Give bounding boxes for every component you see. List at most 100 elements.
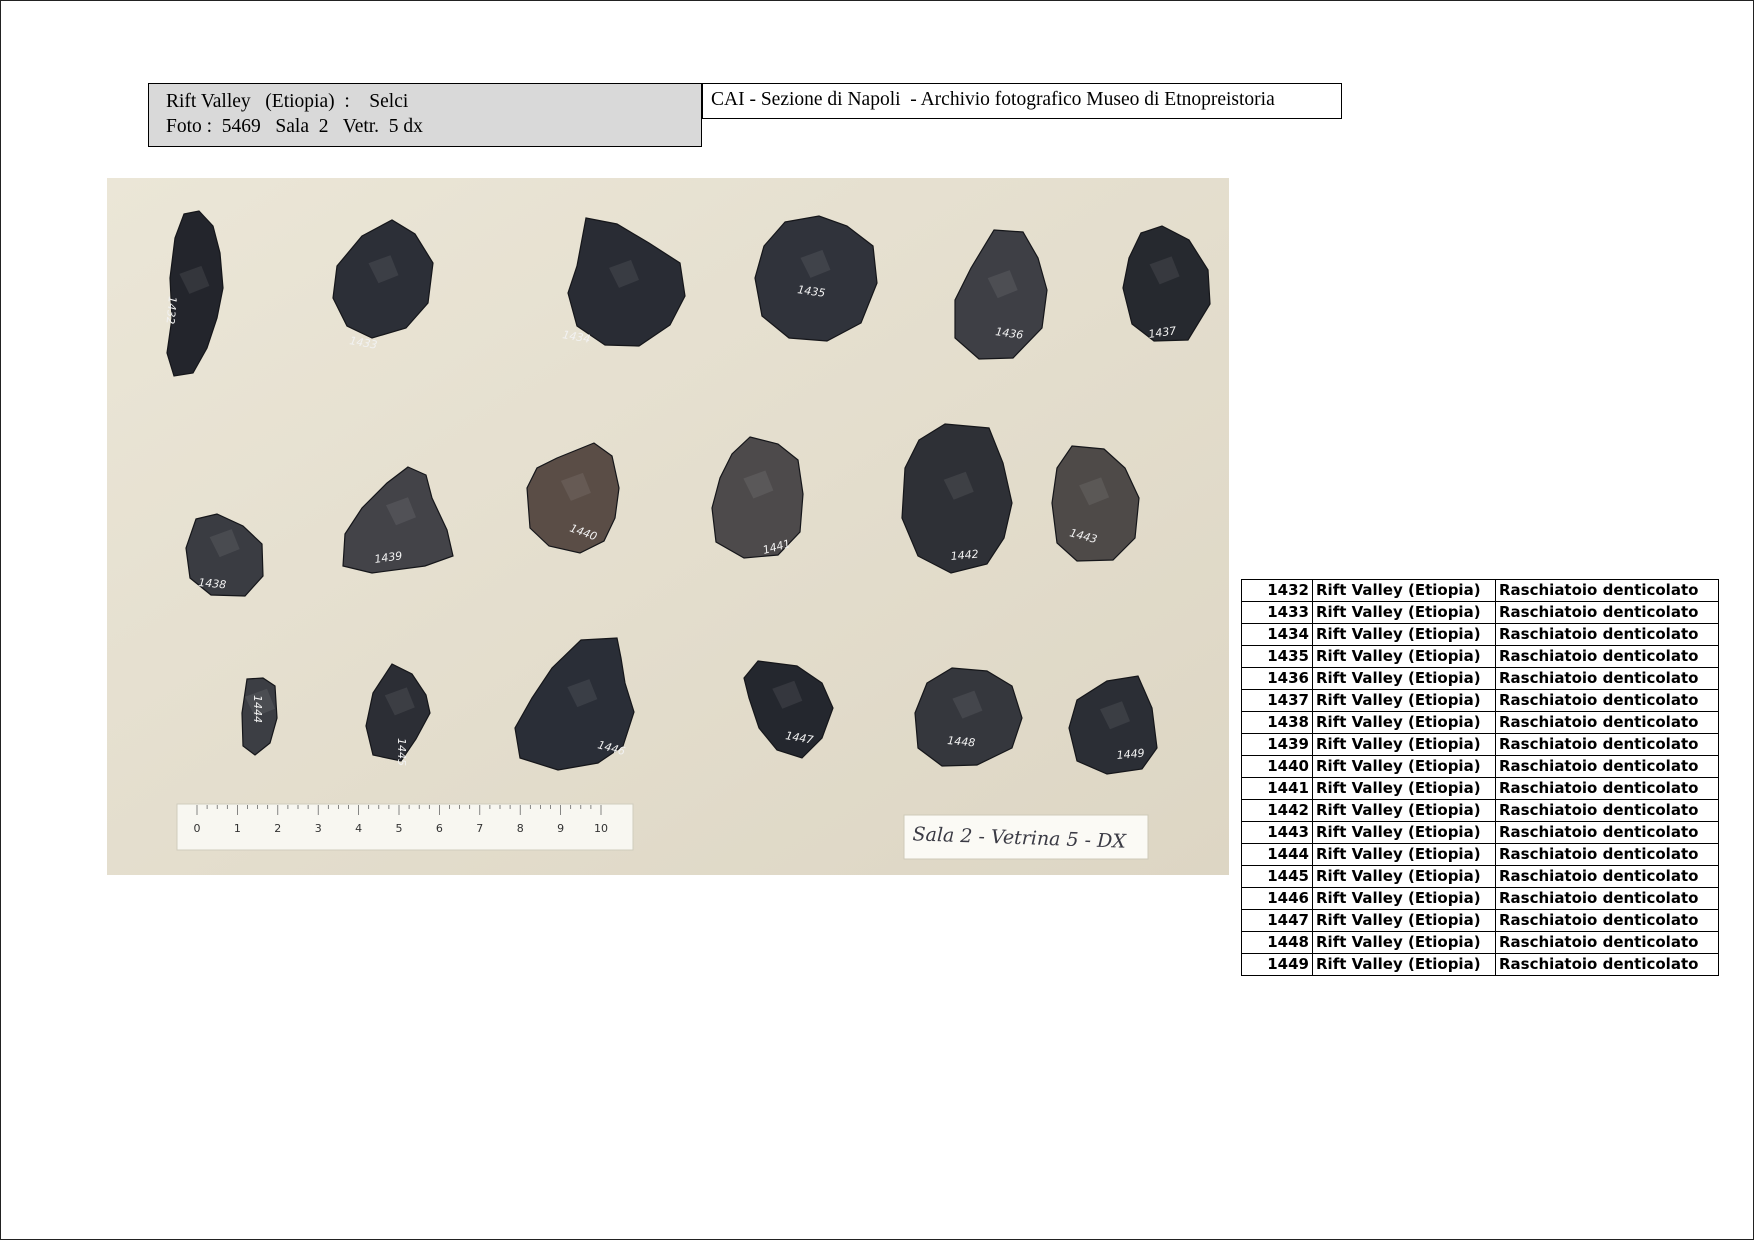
- catalog-location-cell: Rift Valley (Etiopia): [1312, 821, 1496, 844]
- catalog-row: 1440 Rift Valley (Etiopia) Raschiatoio den…: [1241, 755, 1719, 778]
- catalog-number-cell: 1435: [1241, 645, 1313, 668]
- artifact-label: 1438: [198, 576, 227, 591]
- artifact-1448: 1448: [914, 667, 1023, 767]
- catalog-row: 1447 Rift Valley (Etiopia) Raschiatoio den…: [1241, 909, 1719, 932]
- catalog-type-cell: Raschiatoio denticolato: [1495, 667, 1719, 690]
- catalog-type-cell: Raschiatoio denticolato: [1495, 931, 1719, 954]
- artifact-label: 1449: [1116, 747, 1145, 762]
- catalog-type-cell: Raschiatoio denticolato: [1495, 799, 1719, 822]
- catalog-type-cell: Raschiatoio denticolato: [1495, 711, 1719, 734]
- catalog-number-cell: 1432: [1241, 579, 1313, 602]
- catalog-row: 1441 Rift Valley (Etiopia) Raschiatoio den…: [1241, 777, 1719, 800]
- catalog-number-cell: 1441: [1241, 777, 1313, 800]
- catalog-row: 1446 Rift Valley (Etiopia) Raschiatoio den…: [1241, 887, 1719, 910]
- catalog-type-cell: Raschiatoio denticolato: [1495, 579, 1719, 602]
- ruler-tick-label: 6: [436, 822, 443, 835]
- catalog-location-cell: Rift Valley (Etiopia): [1312, 579, 1496, 602]
- catalog-location-cell: Rift Valley (Etiopia): [1312, 667, 1496, 690]
- catalog-type-cell: Raschiatoio denticolato: [1495, 645, 1719, 668]
- catalog-row: 1439 Rift Valley (Etiopia) Raschiatoio den…: [1241, 733, 1719, 756]
- catalog-type-cell: Raschiatoio denticolato: [1495, 887, 1719, 910]
- catalog-location-cell: Rift Valley (Etiopia): [1312, 887, 1496, 910]
- catalog-row: 1448 Rift Valley (Etiopia) Raschiatoio den…: [1241, 931, 1719, 954]
- catalog-location-cell: Rift Valley (Etiopia): [1312, 799, 1496, 822]
- catalog-number-cell: 1449: [1241, 953, 1313, 976]
- ruler-tick-label: 3: [315, 822, 322, 835]
- catalog-location-cell: Rift Valley (Etiopia): [1312, 909, 1496, 932]
- catalog-number-cell: 1437: [1241, 689, 1313, 712]
- artifact-photo: 1432 1433 1434 1435 1436 1437 1438 1439 1440 1441…: [107, 178, 1229, 875]
- archive-title: CAI - Sezione di Napoli - Archivio fotog…: [702, 83, 1342, 119]
- catalog-location-cell: Rift Valley (Etiopia): [1312, 601, 1496, 624]
- catalog-location-cell: Rift Valley (Etiopia): [1312, 953, 1496, 976]
- ruler-tick-label: 0: [194, 822, 201, 835]
- catalog-type-cell: Raschiatoio denticolato: [1495, 755, 1719, 778]
- artifact-label: 1432: [164, 296, 179, 325]
- catalog-number-cell: 1438: [1241, 711, 1313, 734]
- catalog-row: 1435 Rift Valley (Etiopia) Raschiatoio den…: [1241, 645, 1719, 668]
- artifact-label: 1448: [947, 734, 976, 749]
- catalog-location-cell: Rift Valley (Etiopia): [1312, 865, 1496, 888]
- catalog-type-cell: Raschiatoio denticolato: [1495, 843, 1719, 866]
- catalog-row: 1445 Rift Valley (Etiopia) Raschiatoio den…: [1241, 865, 1719, 888]
- catalog-number-cell: 1444: [1241, 843, 1313, 866]
- collection-info-box: Rift Valley (Etiopia) : Selci Foto : 546…: [148, 83, 702, 147]
- photo-reference: Foto : 5469 Sala 2 Vetr. 5 dx: [166, 116, 423, 137]
- catalog-location-cell: Rift Valley (Etiopia): [1312, 777, 1496, 800]
- catalog-number-cell: 1448: [1241, 931, 1313, 954]
- catalog-location-cell: Rift Valley (Etiopia): [1312, 689, 1496, 712]
- catalog-number-cell: 1439: [1241, 733, 1313, 756]
- catalog-location-cell: Rift Valley (Etiopia): [1312, 843, 1496, 866]
- ruler-tick-label: 2: [274, 822, 281, 835]
- catalog-number-cell: 1436: [1241, 667, 1313, 690]
- catalog-row: 1444 Rift Valley (Etiopia) Raschiatoio den…: [1241, 843, 1719, 866]
- catalog-number-cell: 1433: [1241, 601, 1313, 624]
- artifact-label: 1445: [395, 738, 408, 766]
- catalog-number-cell: 1446: [1241, 887, 1313, 910]
- catalog-location-cell: Rift Valley (Etiopia): [1312, 623, 1496, 646]
- catalog-row: 1432 Rift Valley (Etiopia) Raschiatoio den…: [1241, 579, 1719, 602]
- catalog-row: 1449 Rift Valley (Etiopia) Raschiatoio den…: [1241, 953, 1719, 976]
- catalog-location-cell: Rift Valley (Etiopia): [1312, 711, 1496, 734]
- catalog-location-cell: Rift Valley (Etiopia): [1312, 931, 1496, 954]
- catalog-number-cell: 1434: [1241, 623, 1313, 646]
- catalog-number-cell: 1445: [1241, 865, 1313, 888]
- ruler-tick-label: 10: [594, 822, 608, 835]
- ruler-tick-label: 8: [517, 822, 524, 835]
- catalog-type-cell: Raschiatoio denticolato: [1495, 623, 1719, 646]
- artifact-photo-canvas: 14321433 143414351436 14371438143914401441…: [107, 178, 1229, 875]
- ruler-tick-label: 5: [396, 822, 403, 835]
- flint-stone: [914, 667, 1023, 767]
- artifact-1435: 1435: [754, 215, 878, 342]
- catalog-type-cell: Raschiatoio denticolato: [1495, 821, 1719, 844]
- ruler-tick-label: 4: [355, 822, 362, 835]
- catalog-type-cell: Raschiatoio denticolato: [1495, 953, 1719, 976]
- catalog-type-cell: Raschiatoio denticolato: [1495, 909, 1719, 932]
- catalog-number-cell: 1443: [1241, 821, 1313, 844]
- measuring-ruler: [176, 803, 634, 851]
- catalog-row: 1434 Rift Valley (Etiopia) Raschiatoio den…: [1241, 623, 1719, 646]
- catalog-number-cell: 1440: [1241, 755, 1313, 778]
- catalog-row: 1433 Rift Valley (Etiopia) Raschiatoio den…: [1241, 601, 1719, 624]
- catalog-table: 1432 Rift Valley (Etiopia) Raschiatoio den…: [1241, 579, 1719, 976]
- catalog-row: 1437 Rift Valley (Etiopia) Raschiatoio den…: [1241, 689, 1719, 712]
- artifact-label: 1442: [950, 548, 979, 563]
- catalog-type-cell: Raschiatoio denticolato: [1495, 777, 1719, 800]
- catalog-type-cell: Raschiatoio denticolato: [1495, 865, 1719, 888]
- catalog-type-cell: Raschiatoio denticolato: [1495, 689, 1719, 712]
- catalog-type-cell: Raschiatoio denticolato: [1495, 601, 1719, 624]
- collection-title: Rift Valley (Etiopia) : Selci: [166, 91, 409, 112]
- catalog-location-cell: Rift Valley (Etiopia): [1312, 645, 1496, 668]
- ruler-tick-label: 1: [234, 822, 241, 835]
- ruler-tick-label: 9: [557, 822, 564, 835]
- catalog-number-cell: 1442: [1241, 799, 1313, 822]
- ruler-tick-label: 7: [476, 822, 483, 835]
- artifact-label: 1444: [251, 695, 264, 723]
- artifact-1442: 1442: [901, 423, 1013, 574]
- catalog-row: 1443 Rift Valley (Etiopia) Raschiatoio den…: [1241, 821, 1719, 844]
- catalog-location-cell: Rift Valley (Etiopia): [1312, 755, 1496, 778]
- catalog-row: 1436 Rift Valley (Etiopia) Raschiatoio den…: [1241, 667, 1719, 690]
- catalog-number-cell: 1447: [1241, 909, 1313, 932]
- flint-stone: [754, 215, 878, 342]
- catalog-row: 1438 Rift Valley (Etiopia) Raschiatoio den…: [1241, 711, 1719, 734]
